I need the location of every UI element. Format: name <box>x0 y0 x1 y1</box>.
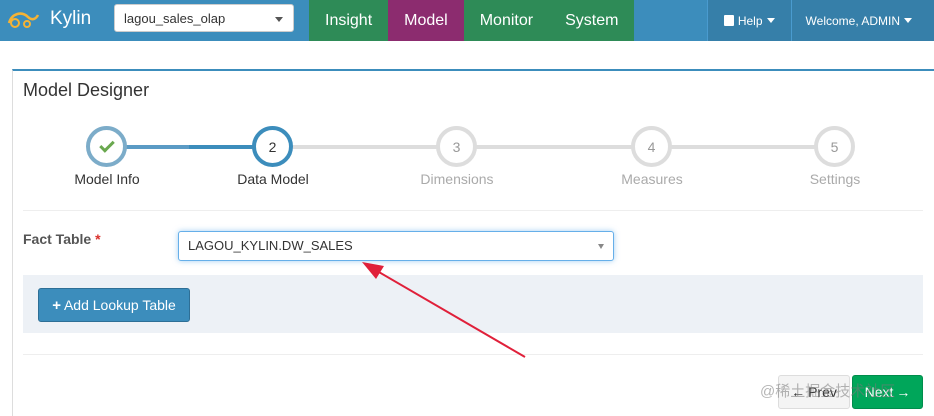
annotation-arrow <box>362 262 526 358</box>
watermark: @稀土掘金技术社区 <box>760 383 896 400</box>
